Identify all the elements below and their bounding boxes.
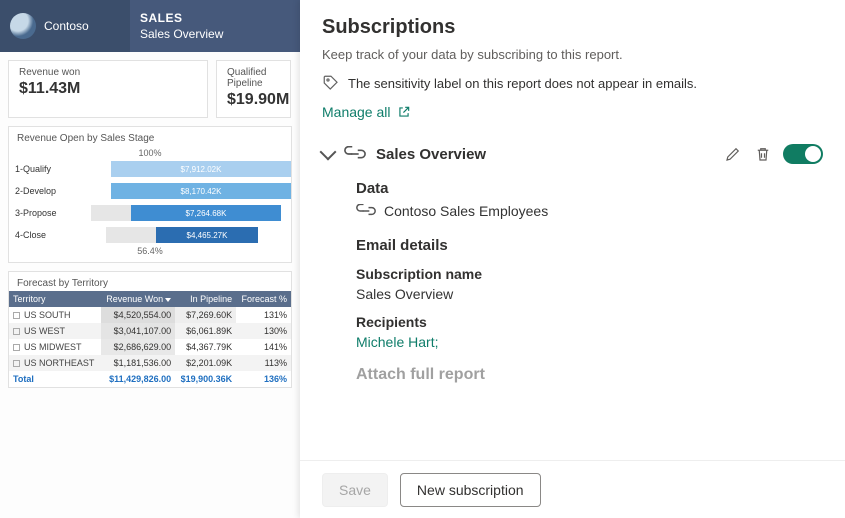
col-in-pipeline[interactable]: In Pipeline <box>175 291 236 307</box>
pane-title: Subscriptions <box>322 16 823 39</box>
sensitivity-note: The sensitivity label on this report doe… <box>322 74 823 92</box>
bar-qualify: $7,912.02K <box>111 161 291 177</box>
report-page: Sales Overview <box>140 27 300 41</box>
table-forecast-by-territory[interactable]: Forecast by Territory Territory Revenue … <box>8 271 292 388</box>
brand-logo-icon <box>10 13 36 39</box>
col-revenue-won[interactable]: Revenue Won <box>101 291 176 307</box>
report-canvas: Contoso SALES Sales Overview Revenue won… <box>0 0 300 518</box>
manage-all-label: Manage all <box>322 104 391 120</box>
report-group: SALES <box>140 11 300 25</box>
bar-label: 3-Propose <box>15 208 71 218</box>
report-header: Contoso SALES Sales Overview <box>0 0 300 52</box>
bar-label: 4-Close <box>15 230 71 240</box>
attach-report-label: Attach full report <box>356 366 823 384</box>
kpi-label: Qualified Pipeline <box>227 67 280 89</box>
enable-toggle[interactable] <box>783 144 823 164</box>
recipients-value: Michele Hart; <box>356 334 823 350</box>
chart-axis-top: 100% <box>15 148 285 158</box>
chart-axis-bottom: 56.4% <box>15 246 285 256</box>
bar-propose-bg <box>91 205 131 221</box>
chain-link-icon <box>356 204 376 218</box>
table-row[interactable]: US WEST$3,041,107.00$6,061.89K130% <box>9 323 291 339</box>
kpi-value: $19.90M <box>227 91 280 109</box>
report-title-block: SALES Sales Overview <box>130 0 300 52</box>
data-heading: Data <box>356 180 823 197</box>
new-subscription-button[interactable]: New subscription <box>400 473 541 507</box>
toggle-knob <box>805 146 821 162</box>
email-details-heading: Email details <box>356 237 823 254</box>
trash-icon <box>754 145 772 163</box>
bar-propose: $7,264.68K <box>131 205 281 221</box>
kpi-value: $11.43M <box>19 80 197 98</box>
subscription-name-value: Sales Overview <box>356 286 823 302</box>
row-marker-icon <box>13 328 20 335</box>
pane-footer: Save New subscription <box>300 460 845 518</box>
table-header-row: Territory Revenue Won In Pipeline Foreca… <box>9 291 291 307</box>
kpi-card-qualified-pipeline[interactable]: Qualified Pipeline $19.90M <box>216 60 291 118</box>
row-marker-icon <box>13 360 20 367</box>
save-button: Save <box>322 473 388 507</box>
chevron-down-icon[interactable] <box>320 144 337 161</box>
tag-icon <box>322 74 340 92</box>
col-territory[interactable]: Territory <box>9 291 101 307</box>
kpi-label: Revenue won <box>19 67 197 78</box>
delete-button[interactable] <box>753 144 773 164</box>
manage-all-link[interactable]: Manage all <box>322 104 411 120</box>
data-value: Contoso Sales Employees <box>384 203 548 219</box>
bar-close-bg <box>106 227 156 243</box>
pencil-icon <box>724 145 742 163</box>
sensitivity-text: The sensitivity label on this report doe… <box>348 76 697 91</box>
table-row[interactable]: US NORTHEAST$1,181,536.00$2,201.09K113% <box>9 355 291 371</box>
subscription-title: Sales Overview <box>376 146 486 163</box>
bar-label: 2-Develop <box>15 186 71 196</box>
row-marker-icon <box>13 312 20 319</box>
table-row[interactable]: US MIDWEST$2,686,629.00$4,367.79K141% <box>9 339 291 355</box>
chart-title: Revenue Open by Sales Stage <box>9 127 291 146</box>
col-forecast-pct[interactable]: Forecast % <box>236 291 291 307</box>
pane-subtitle: Keep track of your data by subscribing t… <box>322 47 823 62</box>
bar-label: 1-Qualify <box>15 164 71 174</box>
subscriptions-pane: Subscriptions Keep track of your data by… <box>300 0 845 518</box>
sort-desc-icon <box>165 298 171 302</box>
bar-develop: $8,170.42K <box>111 183 291 199</box>
table-total-row: Total$11,429,826.00$19,900.36K136% <box>9 371 291 387</box>
brand: Contoso <box>0 0 130 52</box>
subscription-item: Sales Overview Data <box>322 144 823 384</box>
external-link-icon <box>397 105 411 119</box>
table-row[interactable]: US SOUTH$4,520,554.00$7,269.60K131% <box>9 307 291 323</box>
bar-close: $4,465.27K <box>156 227 258 243</box>
chain-link-icon <box>344 146 366 162</box>
kpi-card-revenue-won[interactable]: Revenue won $11.43M <box>8 60 208 118</box>
table-title: Forecast by Territory <box>9 272 291 291</box>
chart-revenue-by-stage[interactable]: Revenue Open by Sales Stage 100% 1-Quali… <box>8 126 292 263</box>
row-marker-icon <box>13 344 20 351</box>
recipients-label: Recipients <box>356 314 823 330</box>
edit-button[interactable] <box>723 144 743 164</box>
subscription-name-label: Subscription name <box>356 266 823 282</box>
brand-name: Contoso <box>44 19 89 33</box>
